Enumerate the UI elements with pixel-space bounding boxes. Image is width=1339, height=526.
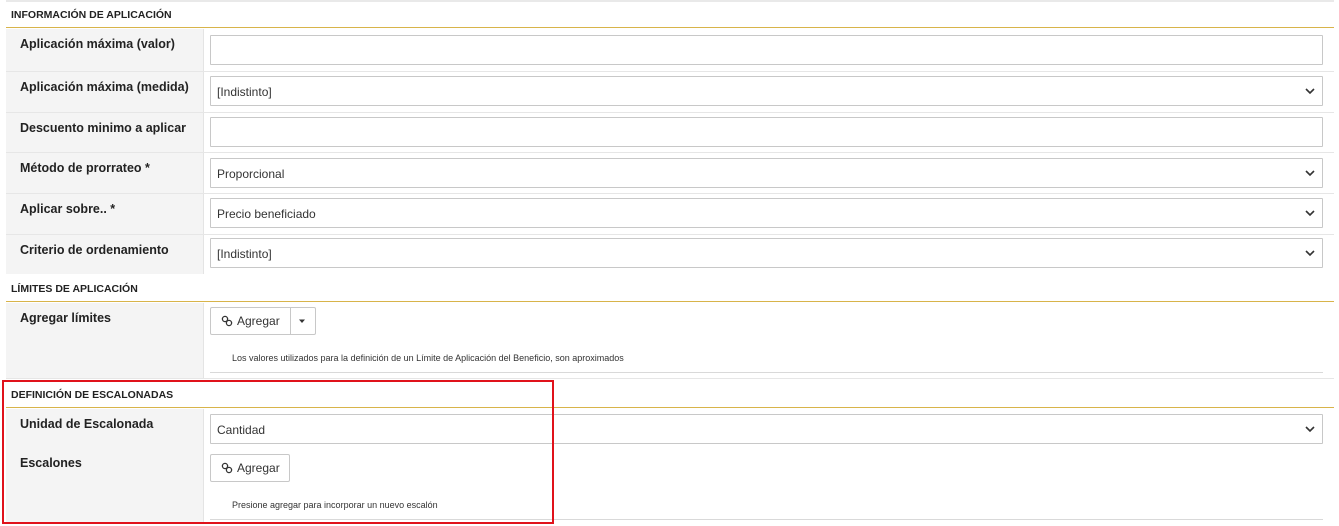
add-limits-dropdown-toggle[interactable]	[289, 308, 313, 334]
row-add-limits: Agregar límites Agregar Los valores util…	[6, 303, 1334, 378]
field-label: Método de prorrateo *	[6, 153, 204, 193]
proration-method-select[interactable]: Proporcional	[210, 158, 1323, 188]
row-max-application-measure: Aplicación máxima (medida) [Indistinto]	[6, 72, 1334, 112]
section-header-tiers: DEFINICIÓN DE ESCALONADAS	[6, 382, 1334, 408]
minimum-discount-input[interactable]	[210, 117, 1323, 147]
link-icon	[221, 315, 233, 327]
max-application-value-input[interactable]	[210, 35, 1323, 65]
chevron-down-icon	[1305, 210, 1315, 217]
add-limits-button-label: Agregar	[237, 314, 280, 328]
field-label: Aplicación máxima (valor)	[6, 29, 204, 71]
field-label: Descuento minimo a aplicar	[6, 113, 204, 152]
add-limits-button[interactable]: Agregar	[211, 308, 290, 334]
row-divider	[6, 378, 1334, 379]
help-divider	[210, 372, 1323, 373]
row-sort-criteria: Criterio de ordenamiento [Indistinto]	[6, 235, 1334, 274]
row-apply-on: Aplicar sobre.. * Precio beneficiado	[6, 194, 1334, 234]
field-label: Aplicación máxima (medida)	[6, 72, 204, 112]
chevron-down-icon	[1305, 426, 1315, 433]
max-application-measure-select[interactable]: [Indistinto]	[210, 76, 1323, 106]
field-label: Unidad de Escalonada	[6, 409, 204, 449]
row-minimum-discount: Descuento minimo a aplicar	[6, 113, 1334, 152]
link-icon	[221, 462, 233, 474]
chevron-down-icon	[1305, 170, 1315, 177]
selected-value: Proporcional	[217, 167, 285, 181]
apply-on-select[interactable]: Precio beneficiado	[210, 198, 1323, 228]
selected-value: Precio beneficiado	[217, 207, 316, 221]
add-step-button-content: Agregar	[211, 455, 290, 481]
section-header-limits: LÍMITES DE APLICACIÓN	[6, 276, 1334, 302]
row-max-application-value: Aplicación máxima (valor)	[6, 29, 1334, 71]
limits-help-text: Los valores utilizados para la definició…	[232, 353, 624, 363]
sort-criteria-select[interactable]: [Indistinto]	[210, 238, 1323, 268]
selected-value: [Indistinto]	[217, 247, 272, 261]
tiers-help-text: Presione agregar para incorporar un nuev…	[232, 500, 438, 510]
row-proration-method: Método de prorrateo * Proporcional	[6, 153, 1334, 193]
row-tier-steps: Escalones Agregar Presione agregar para …	[6, 448, 1334, 524]
section-header-info: INFORMACIÓN DE APLICACIÓN	[6, 2, 1334, 28]
field-label: Criterio de ordenamiento	[6, 235, 204, 274]
tier-unit-select[interactable]: Cantidad	[210, 414, 1323, 444]
help-divider	[210, 519, 1323, 520]
chevron-down-icon	[1305, 250, 1315, 257]
field-label: Agregar límites	[6, 303, 204, 378]
chevron-down-icon	[1305, 88, 1315, 95]
add-limits-split-button: Agregar	[210, 307, 316, 335]
selected-value: [Indistinto]	[217, 85, 272, 99]
field-label: Escalones	[6, 448, 204, 524]
add-step-button-label: Agregar	[237, 461, 280, 475]
field-label: Aplicar sobre.. *	[6, 194, 204, 234]
row-tier-unit: Unidad de Escalonada Cantidad	[6, 409, 1334, 449]
selected-value: Cantidad	[217, 423, 266, 437]
caret-down-icon	[298, 319, 305, 323]
add-step-button[interactable]: Agregar	[210, 454, 290, 482]
